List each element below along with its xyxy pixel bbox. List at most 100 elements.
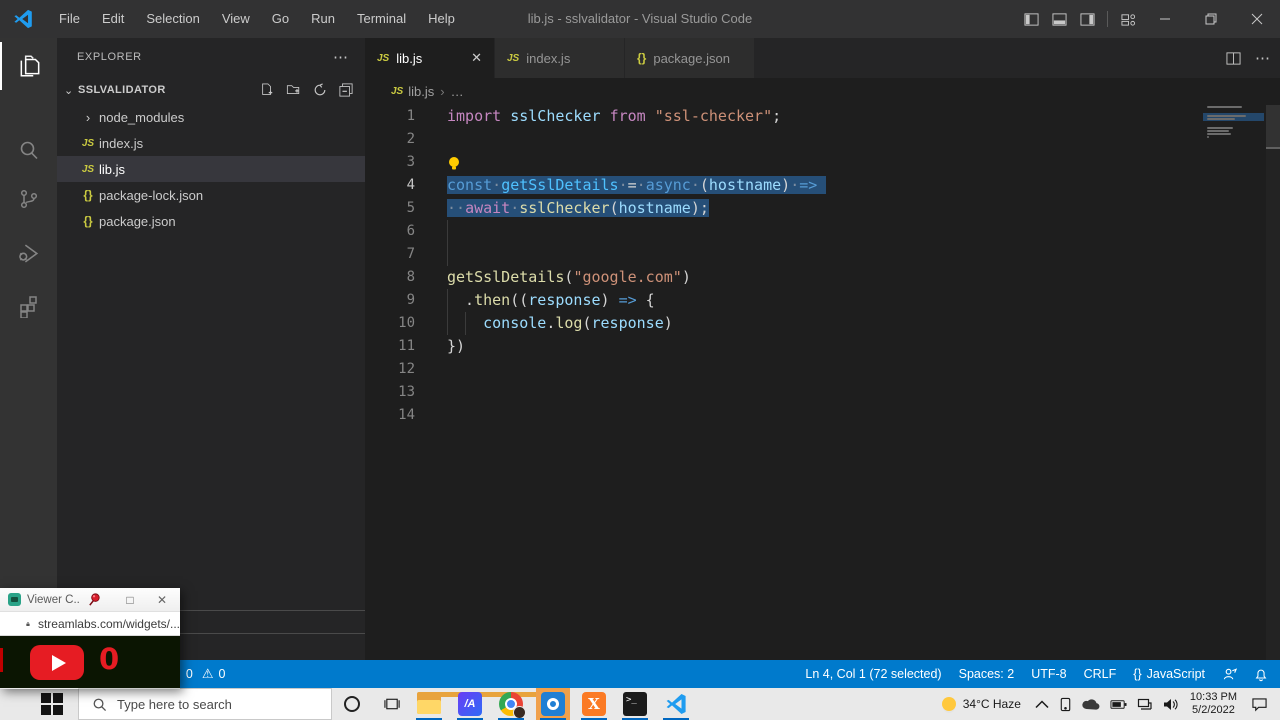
play-icon	[52, 655, 66, 671]
close-window-button[interactable]	[1234, 0, 1280, 38]
tab-package.json[interactable]: {}package.json	[625, 38, 755, 78]
taskbar-app-slasha[interactable]: /A	[453, 688, 487, 720]
code-token: )	[664, 314, 673, 332]
collapse-folders-icon[interactable]	[339, 83, 353, 97]
split-editor-icon[interactable]	[1226, 51, 1241, 66]
viewer-address-bar[interactable]: streamlabs.com/widgets/...	[0, 612, 180, 636]
toggle-secondary-sidebar-icon[interactable]	[1073, 0, 1101, 38]
code-token: })	[447, 337, 465, 355]
start-button[interactable]	[28, 688, 76, 720]
tab-index.js[interactable]: JSindex.js	[495, 38, 625, 78]
explorer-root-folder[interactable]: ⌄ SSLVALIDATOR	[57, 78, 365, 102]
taskbar-search-box[interactable]: Type here to search	[78, 688, 332, 720]
volume-icon[interactable]	[1163, 698, 1178, 711]
menu-run[interactable]: Run	[300, 0, 346, 38]
viewer-url[interactable]: streamlabs.com/widgets/...	[38, 617, 180, 631]
viewer-window[interactable]: Viewer C... □ ✕ streamlabs.com/widgets/.…	[0, 588, 180, 689]
taskbar-streamlabs-attention[interactable]	[536, 688, 570, 720]
menu-help[interactable]: Help	[417, 0, 466, 38]
editor-more-actions-icon[interactable]: ⋯	[1255, 49, 1270, 67]
file-tree-item-node_modules[interactable]: ›node_modules	[57, 104, 365, 130]
weather-widget[interactable]: 34°C Haze	[942, 697, 1021, 711]
editor-scrollbar-thumb[interactable]	[1266, 105, 1280, 149]
terminal-icon: >_	[623, 692, 647, 716]
network-icon[interactable]	[1137, 698, 1153, 711]
new-file-icon[interactable]	[260, 83, 274, 97]
code-token: ((	[510, 291, 528, 309]
editor[interactable]: JS lib.js › … 1import sslChecker from "s…	[365, 78, 1280, 660]
taskbar-vscode[interactable]	[659, 688, 693, 720]
taskbar-clock[interactable]: 10:33 PM 5/2/2022	[1190, 691, 1237, 717]
search-icon[interactable]	[0, 126, 57, 174]
line-content: console.log(response)	[447, 312, 1210, 335]
file-tree-item-index.js[interactable]: JSindex.js	[57, 130, 365, 156]
editor-scrollbar[interactable]	[1266, 105, 1280, 660]
refresh-icon[interactable]	[313, 83, 327, 97]
run-debug-icon[interactable]	[0, 229, 57, 277]
action-center-icon[interactable]	[1251, 697, 1268, 712]
tab-lib.js[interactable]: JSlib.js✕	[365, 38, 495, 78]
battery-icon[interactable]	[1110, 699, 1127, 710]
source-control-icon[interactable]	[0, 175, 57, 223]
breadcrumb-symbol[interactable]: …	[451, 84, 464, 99]
json-file-icon: {}	[77, 214, 99, 228]
code-token: ;	[772, 107, 781, 125]
line-content: ··await·sslChecker(hostname);	[447, 197, 1210, 220]
viewer-maximize-button[interactable]: □	[118, 593, 142, 607]
menu-go[interactable]: Go	[261, 0, 300, 38]
line-number: 3	[365, 151, 415, 174]
file-tree-item-package-lock.json[interactable]: {}package-lock.json	[57, 182, 365, 208]
indentation[interactable]: Spaces: 2	[959, 667, 1015, 681]
code-token	[646, 107, 655, 125]
explorer-icon[interactable]	[0, 42, 57, 90]
cortana-button[interactable]	[332, 688, 372, 720]
taskbar-terminal[interactable]: >_	[618, 688, 652, 720]
customize-layout-icon[interactable]	[1114, 0, 1142, 38]
feedback-icon[interactable]	[1222, 667, 1237, 682]
extensions-icon[interactable]	[0, 282, 57, 330]
pin-icon[interactable]	[87, 592, 102, 607]
breadcrumb[interactable]: JS lib.js › …	[365, 78, 1280, 105]
taskbar-chrome[interactable]	[494, 688, 528, 720]
code-token: )	[682, 268, 691, 286]
viewer-favicon	[8, 593, 21, 606]
explorer-more-actions-icon[interactable]: ⋯	[333, 48, 349, 66]
taskbar-xampp[interactable]: X	[577, 688, 611, 720]
file-tree-item-package.json[interactable]: {}package.json	[57, 208, 365, 234]
menu-terminal[interactable]: Terminal	[346, 0, 417, 38]
toggle-sidebar-icon[interactable]	[1017, 0, 1045, 38]
encoding[interactable]: UTF-8	[1031, 667, 1066, 681]
code-line: 11})	[365, 335, 1280, 358]
vscode-logo-icon	[12, 8, 34, 30]
code-area[interactable]: 1import sslChecker from "ssl-checker";23…	[365, 105, 1280, 427]
viewer-content: 0	[0, 636, 180, 688]
breadcrumb-file[interactable]: lib.js	[408, 84, 434, 99]
language-mode[interactable]: {} JavaScript	[1133, 667, 1205, 681]
toggle-panel-icon[interactable]	[1045, 0, 1073, 38]
file-tree-item-lib.js[interactable]: JSlib.js	[57, 156, 365, 182]
menu-edit[interactable]: Edit	[91, 0, 135, 38]
line-number: 11	[365, 335, 415, 358]
minimap[interactable]	[1205, 105, 1250, 165]
tray-chevron-up-icon[interactable]	[1035, 700, 1049, 709]
cursor-position[interactable]: Ln 4, Col 1 (72 selected)	[805, 667, 941, 681]
code-token: then	[474, 291, 510, 309]
code-token: ·	[619, 176, 628, 194]
menu-view[interactable]: View	[211, 0, 261, 38]
your-phone-icon[interactable]	[1059, 697, 1072, 712]
eol-sequence[interactable]: CRLF	[1084, 667, 1117, 681]
minimize-button[interactable]	[1142, 0, 1188, 38]
restore-button[interactable]	[1188, 0, 1234, 38]
viewer-titlebar[interactable]: Viewer C... □ ✕	[0, 588, 180, 612]
menu-file[interactable]: File	[48, 0, 91, 38]
lock-icon	[26, 618, 30, 630]
close-tab-icon[interactable]: ✕	[455, 50, 482, 66]
notifications-bell-icon[interactable]	[1254, 667, 1268, 682]
viewer-close-button[interactable]: ✕	[150, 593, 174, 607]
new-folder-icon[interactable]	[286, 83, 301, 97]
taskbar-file-explorer[interactable]	[412, 688, 446, 720]
task-view-button[interactable]	[372, 688, 412, 720]
menu-selection[interactable]: Selection	[135, 0, 210, 38]
code-token: ·	[492, 176, 501, 194]
onedrive-icon[interactable]	[1082, 698, 1100, 710]
